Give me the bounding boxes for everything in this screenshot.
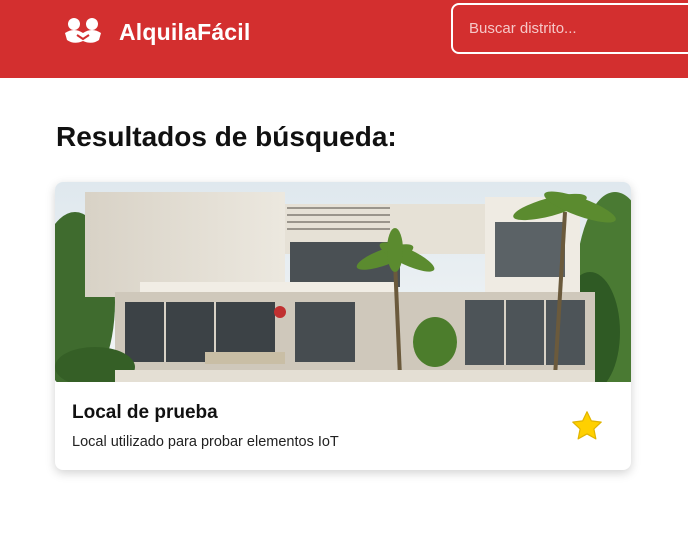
property-image[interactable] xyxy=(55,182,631,382)
search-input[interactable] xyxy=(451,3,688,54)
result-title[interactable]: Local de prueba xyxy=(72,402,218,424)
brand-name[interactable]: AlquilaFácil xyxy=(119,19,250,46)
people-logo-icon[interactable] xyxy=(63,15,103,47)
result-card[interactable]: Local de prueba Local utilizado para pro… xyxy=(55,182,631,470)
top-navbar: AlquilaFácil xyxy=(0,0,688,78)
star-icon[interactable] xyxy=(569,408,605,444)
page-title: Resultados de búsqueda: xyxy=(56,121,397,152)
result-description: Local utilizado para probar elementos Io… xyxy=(72,434,339,450)
